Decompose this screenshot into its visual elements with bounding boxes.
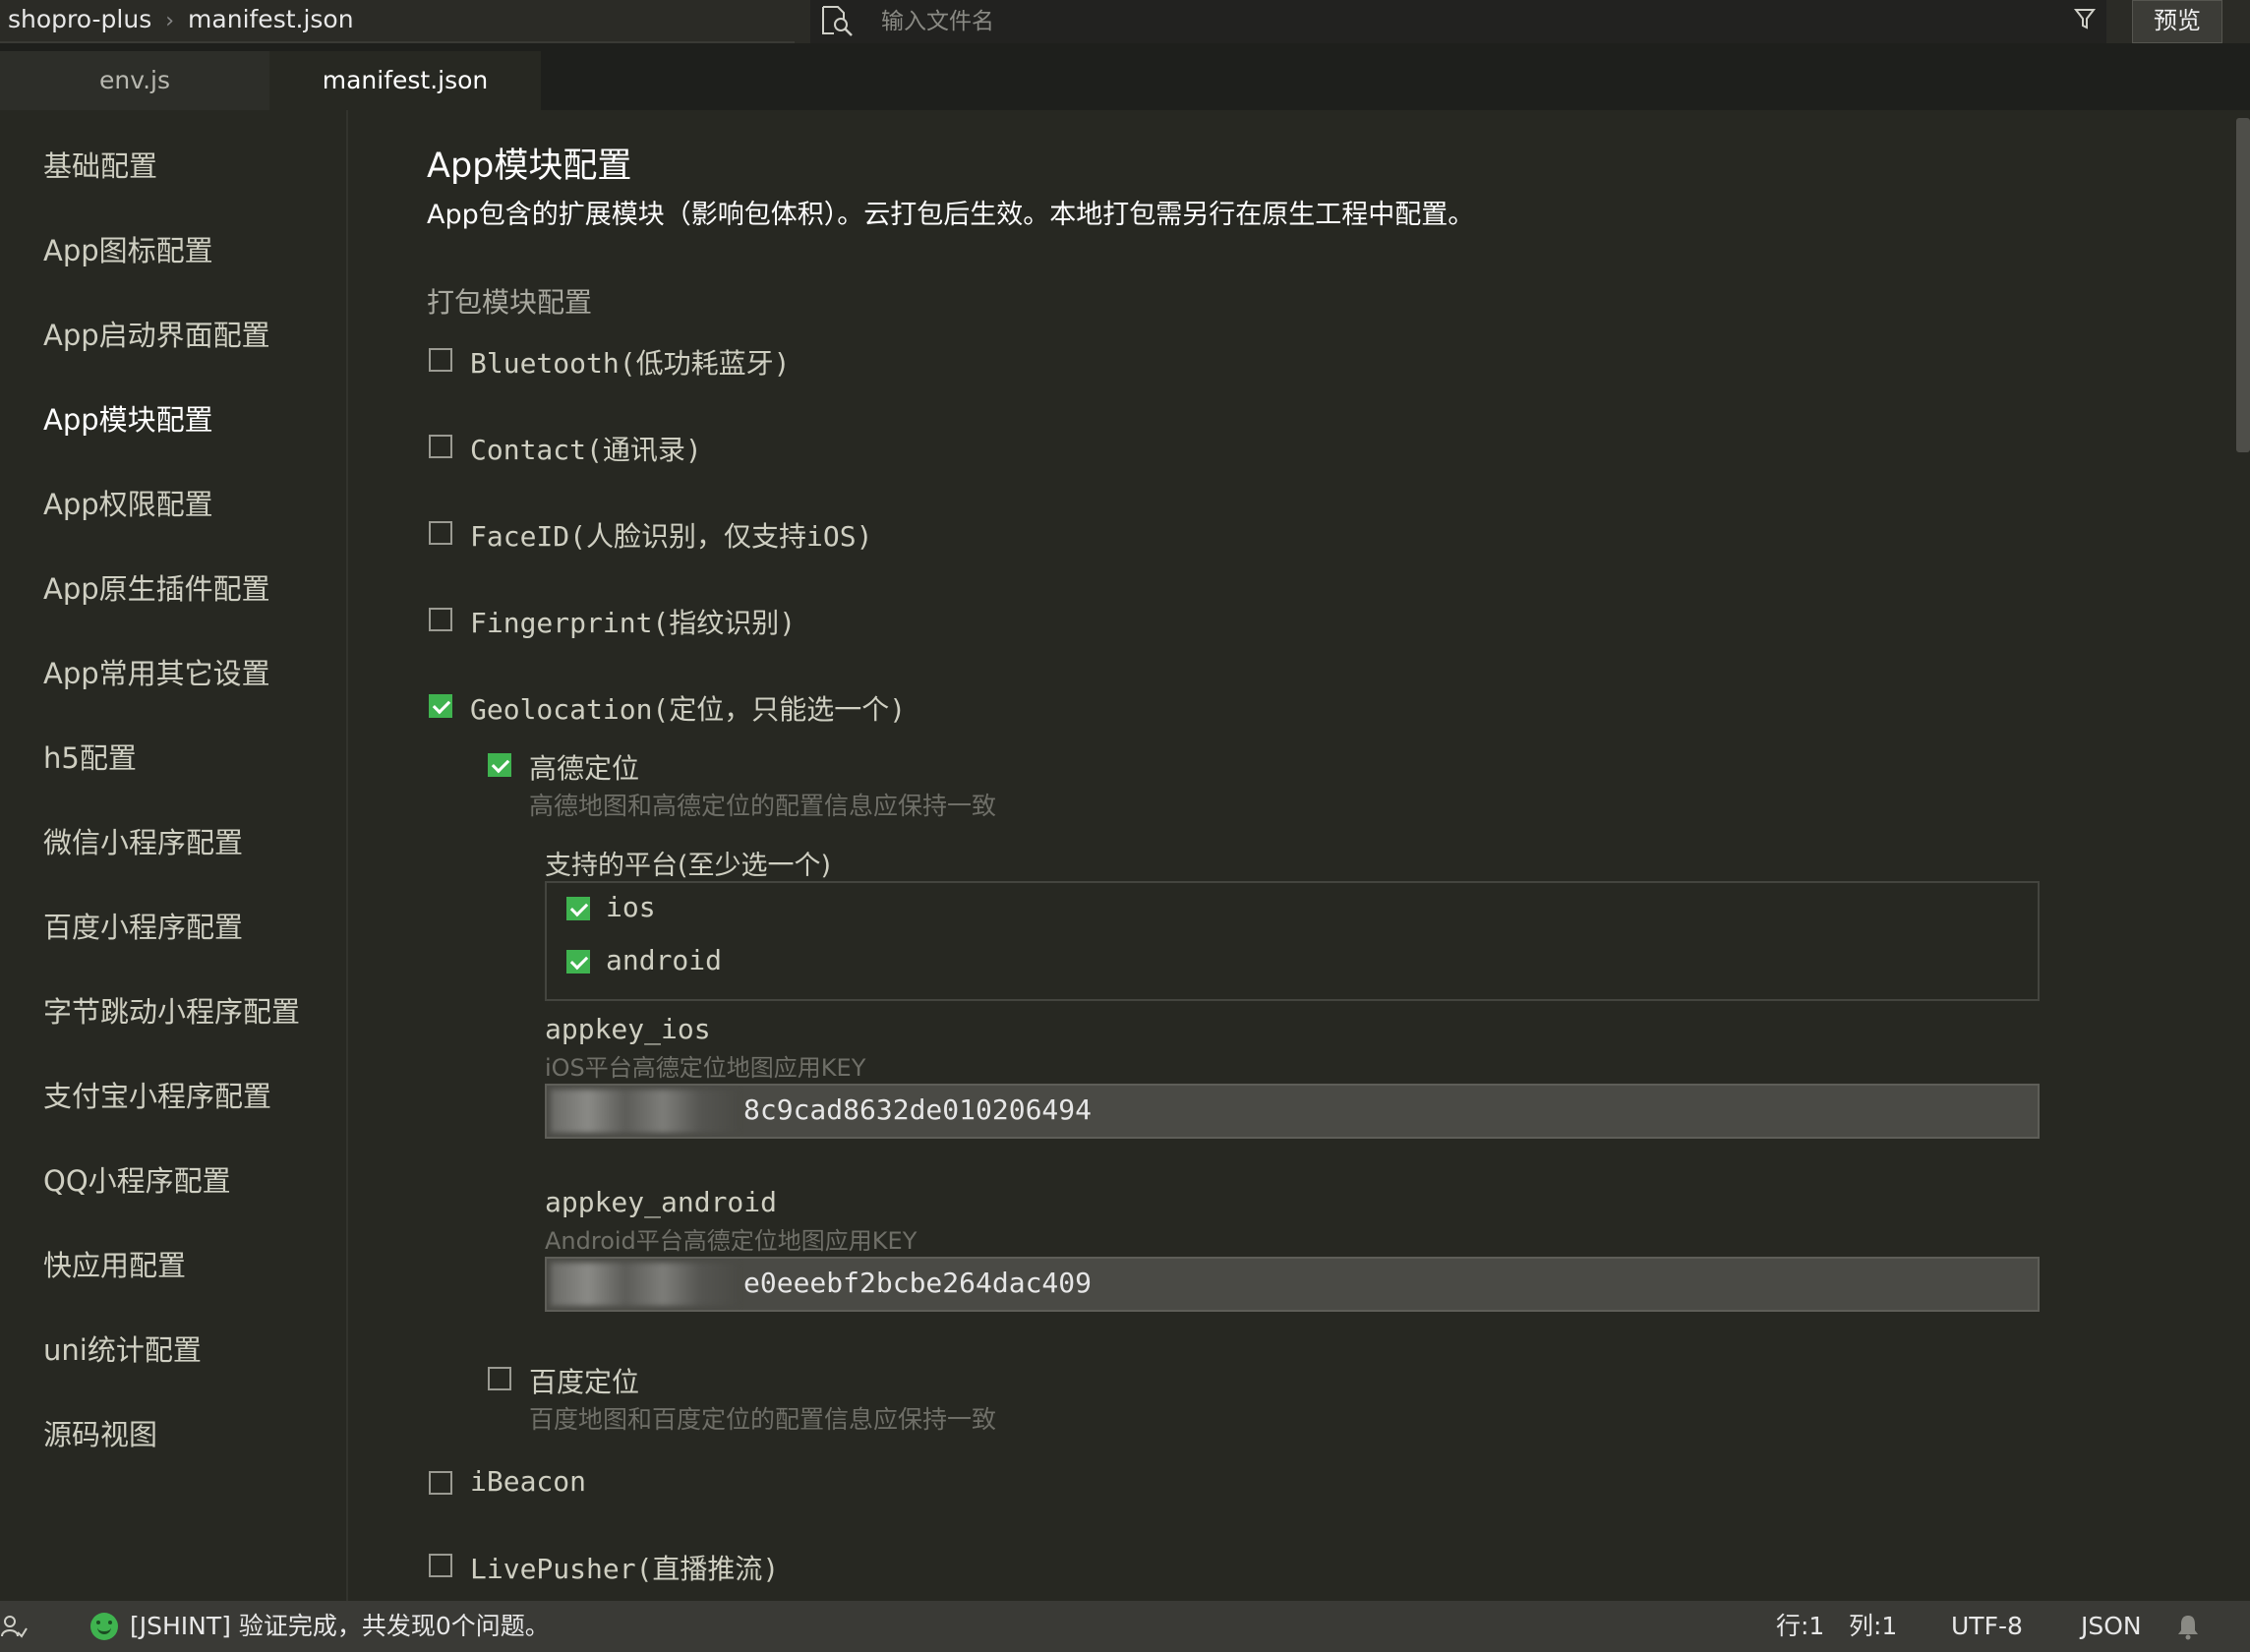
geolocation-label: Geolocation(定位，只能选一个) [470,693,907,726]
sidebar-item-weixin[interactable]: 微信小程序配置 [43,820,243,861]
sidebar-item-source-view[interactable]: 源码视图 [43,1412,157,1453]
sidebar-item-qq[interactable]: QQ小程序配置 [43,1158,231,1200]
appkey-android-input[interactable]: e0eeebf2bcbe264dac409 [545,1257,2040,1312]
breadcrumb-project[interactable]: shopro-plus [8,5,151,33]
ios-label: ios [606,891,656,923]
tab-env-js[interactable]: env.js [0,51,269,110]
sidebar-item-app-splash[interactable]: App启动界面配置 [43,313,270,354]
appkey-android-value: e0eeebf2bcbe264dac409 [743,1267,1093,1299]
file-language[interactable]: JSON [2081,1601,2142,1652]
sidebar-item-toutiao[interactable]: 字节跳动小程序配置 [43,989,300,1031]
baidu-location-checkbox[interactable] [488,1367,511,1390]
sidebar-item-quickapp[interactable]: 快应用配置 [43,1243,186,1284]
platforms-label: 支持的平台(至少选一个) [545,851,832,881]
appkey-ios-label: appkey_ios [545,1013,711,1045]
lint-status-message[interactable]: [JSHINT] 验证完成，共发现0个问题。 [130,1601,550,1652]
cursor-line[interactable]: 行:1 [1776,1601,1824,1652]
filter-icon[interactable] [2073,6,2097,33]
tab-manifest-json[interactable]: manifest.json [269,51,541,110]
ibeacon-checkbox[interactable] [429,1471,452,1495]
contact-label: Contact(通讯录) [470,434,702,466]
appkey-android-hint: Android平台高德定位地图应用KEY [545,1227,918,1255]
appkey-ios-input[interactable]: 8c9cad8632de010206494 [545,1084,2040,1139]
file-search-box [810,0,2106,45]
top-bar: shopro-plus › manifest.json 预览 [0,0,2250,45]
sidebar-item-baidu[interactable]: 百度小程序配置 [43,905,243,946]
preview-button[interactable]: 预览 [2132,0,2222,43]
file-encoding[interactable]: UTF-8 [1951,1601,2023,1652]
sidebar-item-app-icon[interactable]: App图标配置 [43,228,213,269]
login-icon[interactable] [0,1613,28,1640]
breadcrumb-separator-icon: › [165,9,175,33]
cursor-column[interactable]: 列:1 [1849,1601,1897,1652]
section-label: 打包模块配置 [427,286,593,319]
fingerprint-label: Fingerprint(指纹识别) [470,607,797,639]
appkey-ios-value: 8c9cad8632de010206494 [743,1093,1093,1126]
bluetooth-checkbox[interactable] [429,348,452,372]
status-bar: [JSHINT] 验证完成，共发现0个问题。 行:1 列:1 UTF-8 JSO… [0,1601,2250,1652]
geolocation-checkbox[interactable] [429,694,452,718]
baidu-location-label: 百度定位 [529,1366,640,1398]
livepusher-label: LivePusher(直播推流) [470,1553,780,1585]
ios-checkbox[interactable] [566,897,590,920]
redacted-key-prefix [551,1090,738,1133]
platforms-box [545,881,2040,1001]
android-label: android [606,944,723,976]
file-search-icon [822,6,853,36]
sidebar-item-app-modules[interactable]: App模块配置 [43,397,213,439]
sidebar-item-app-other[interactable]: App常用其它设置 [43,651,270,692]
sidebar-item-app-permissions[interactable]: App权限配置 [43,482,213,523]
faceid-label: FaceID(人脸识别，仅支持iOS) [470,520,873,553]
appkey-ios-hint: iOS平台高德定位地图应用KEY [545,1054,866,1082]
file-search-input[interactable] [879,6,1866,37]
sidebar-item-uni-stat[interactable]: uni统计配置 [43,1328,202,1369]
amap-checkbox[interactable] [488,753,511,777]
contact-checkbox[interactable] [429,435,452,458]
sidebar-item-alipay[interactable]: 支付宝小程序配置 [43,1074,271,1115]
faceid-checkbox[interactable] [429,521,452,545]
amap-label: 高德定位 [529,752,640,785]
redacted-key-prefix [551,1263,738,1306]
breadcrumb: shopro-plus › manifest.json [8,0,354,41]
baidu-location-hint: 百度地图和百度定位的配置信息应保持一致 [529,1405,997,1434]
livepusher-checkbox[interactable] [429,1554,452,1577]
page-subtitle: App包含的扩展模块（影响包体积）。云打包后生效。本地打包需另行在原生工程中配置… [427,200,1475,230]
bluetooth-label: Bluetooth(低功耗蓝牙) [470,347,791,380]
content-scrollbar[interactable] [2236,118,2250,452]
sidebar-item-h5[interactable]: h5配置 [43,736,137,777]
sidebar-item-basic[interactable]: 基础配置 [43,144,157,185]
fingerprint-checkbox[interactable] [429,608,452,631]
page-title: App模块配置 [427,147,632,186]
appkey-android-label: appkey_android [545,1186,778,1218]
lint-ok-icon [90,1613,118,1640]
sidebar-item-app-native-plugins[interactable]: App原生插件配置 [43,566,270,608]
editor-tab-bar: env.js manifest.json [0,43,2250,110]
breadcrumb-file[interactable]: manifest.json [188,5,354,33]
bell-icon[interactable] [2175,1613,2201,1640]
amap-hint: 高德地图和高德定位的配置信息应保持一致 [529,792,997,820]
android-checkbox[interactable] [566,950,590,974]
ibeacon-label: iBeacon [470,1465,587,1498]
